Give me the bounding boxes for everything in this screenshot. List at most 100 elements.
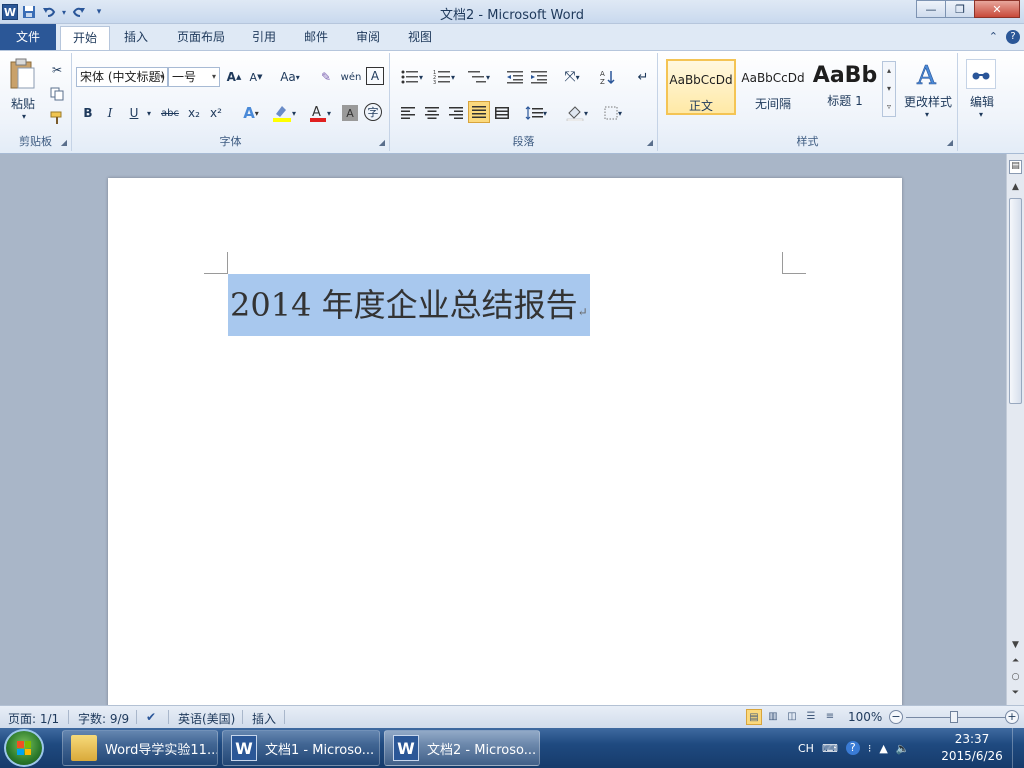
- format-painter-icon[interactable]: [48, 109, 66, 127]
- sort-icon[interactable]: AZ: [596, 67, 620, 87]
- document-title-text[interactable]: 2014 年度企业总结报告↵: [228, 274, 590, 336]
- paste-button[interactable]: 粘贴: [4, 95, 42, 111]
- line-spacing-icon[interactable]: ▾: [522, 103, 550, 123]
- cut-icon[interactable]: ✂: [48, 61, 66, 79]
- tab-review[interactable]: 审阅: [348, 26, 388, 50]
- distributed-icon[interactable]: [492, 103, 512, 123]
- zoom-in-button[interactable]: +: [1005, 710, 1019, 724]
- outline-view-icon[interactable]: ☰: [803, 709, 819, 725]
- close-button[interactable]: ✕: [974, 0, 1020, 18]
- change-styles-button[interactable]: 更改样式: [900, 93, 956, 109]
- draft-view-icon[interactable]: ≡: [822, 709, 838, 725]
- scroll-down-icon[interactable]: ▼: [1009, 640, 1022, 650]
- highlight-icon[interactable]: ▾: [268, 103, 300, 123]
- tab-insert[interactable]: 插入: [114, 26, 158, 50]
- document-area[interactable]: 2014 年度企业总结报告↵: [0, 154, 1006, 705]
- vertical-scrollbar[interactable]: ▤ ▲ ▼ ⏶ ○ ⏷: [1006, 154, 1024, 705]
- align-left-icon[interactable]: [398, 103, 418, 123]
- underline-dropdown-icon[interactable]: ▾: [144, 103, 154, 123]
- numbering-icon[interactable]: 1 2 3 ▾: [430, 67, 458, 87]
- tab-view[interactable]: 视图: [400, 26, 440, 50]
- paste-dropdown-icon[interactable]: ▾: [14, 111, 34, 121]
- shrink-font-button[interactable]: A ▼: [246, 67, 266, 87]
- character-border-button[interactable]: A: [366, 67, 384, 85]
- previous-page-icon[interactable]: ⏶: [1009, 656, 1022, 666]
- font-size-combo[interactable]: 一号 ▾: [168, 67, 220, 87]
- scroll-up-icon[interactable]: ▲: [1009, 182, 1022, 192]
- volume-icon[interactable]: 🔈: [896, 742, 910, 755]
- grow-font-button[interactable]: A ▲: [224, 67, 244, 87]
- multilevel-list-icon[interactable]: ▾: [464, 67, 494, 87]
- scroll-thumb[interactable]: [1009, 198, 1022, 404]
- underline-button[interactable]: U: [124, 103, 144, 123]
- paste-icon[interactable]: [6, 57, 40, 91]
- show-desktop-button[interactable]: [1012, 728, 1024, 768]
- taskbar-item-doc1[interactable]: W 文档1 - Microso...: [222, 730, 380, 766]
- tab-file[interactable]: 文件: [0, 24, 56, 50]
- align-center-icon[interactable]: [422, 103, 442, 123]
- show-hidden-icons-icon[interactable]: ▲: [879, 742, 887, 755]
- change-case-button[interactable]: Aa ▾: [276, 67, 304, 87]
- chinese-layout-icon[interactable]: ⤧ ▾: [558, 67, 586, 87]
- help-icon[interactable]: ?: [1006, 30, 1020, 44]
- decrease-indent-icon[interactable]: [504, 67, 526, 87]
- zoom-level[interactable]: 100%: [848, 710, 882, 724]
- styles-dialog-launcher-icon[interactable]: ◢: [947, 138, 953, 147]
- borders-icon[interactable]: ▾: [598, 103, 628, 123]
- justify-icon[interactable]: [468, 101, 490, 123]
- proofing-icon[interactable]: ✔: [146, 710, 156, 724]
- tab-home[interactable]: 开始: [60, 26, 110, 51]
- browse-object-icon[interactable]: ○: [1009, 672, 1022, 682]
- style-heading-1[interactable]: AaBb 标题 1: [810, 59, 880, 115]
- tab-references[interactable]: 引用: [244, 26, 284, 50]
- change-styles-icon[interactable]: A: [902, 59, 954, 89]
- find-icon[interactable]: [966, 59, 996, 89]
- change-styles-dropdown-icon[interactable]: ▾: [920, 109, 934, 119]
- start-button[interactable]: [4, 729, 44, 767]
- tab-page-layout[interactable]: 页面布局: [166, 26, 236, 50]
- zoom-out-button[interactable]: −: [889, 710, 903, 724]
- insert-mode-indicator[interactable]: 插入: [252, 710, 276, 727]
- document-page[interactable]: 2014 年度企业总结报告↵: [108, 178, 902, 705]
- minimize-button[interactable]: —: [916, 0, 946, 18]
- minimize-ribbon-icon[interactable]: ⌃: [989, 30, 998, 44]
- taskbar-item-folder[interactable]: Word导学实验11...: [62, 730, 218, 766]
- align-right-icon[interactable]: [446, 103, 466, 123]
- superscript-button[interactable]: x²: [206, 103, 226, 123]
- styles-gallery-scroll[interactable]: ▴ ▾ ▿: [882, 61, 896, 117]
- editing-button[interactable]: 编辑: [962, 93, 1002, 109]
- word-count[interactable]: 字数: 9/9: [78, 710, 129, 727]
- bullets-icon[interactable]: ▾: [398, 67, 426, 87]
- strikethrough-button[interactable]: abc: [158, 103, 182, 123]
- clock[interactable]: 23:37 2015/6/26: [936, 731, 1008, 765]
- clear-format-icon[interactable]: ✎: [316, 67, 336, 87]
- copy-icon[interactable]: [48, 85, 66, 103]
- print-layout-view-icon[interactable]: ▤: [746, 709, 762, 725]
- clipboard-dialog-launcher-icon[interactable]: ◢: [61, 138, 67, 147]
- next-page-icon[interactable]: ⏷: [1009, 688, 1022, 698]
- language-indicator[interactable]: 英语(美国): [178, 710, 235, 727]
- style-no-spacing[interactable]: AaBbCcDd 无间隔: [738, 59, 808, 115]
- italic-button[interactable]: I: [100, 103, 120, 123]
- shading-icon[interactable]: ▾: [562, 103, 592, 123]
- web-layout-icon[interactable]: ◫: [784, 709, 800, 725]
- ruler-toggle-icon[interactable]: ▤: [1009, 160, 1022, 174]
- editing-dropdown-icon[interactable]: ▾: [974, 109, 988, 119]
- font-color-icon[interactable]: A ▾: [306, 103, 334, 123]
- zoom-slider-thumb[interactable]: [950, 711, 958, 723]
- maximize-button[interactable]: ❐: [945, 0, 975, 18]
- show-marks-icon[interactable]: ↵: [634, 67, 652, 87]
- text-effects-icon[interactable]: A ▾: [238, 103, 264, 123]
- style-normal[interactable]: AaBbCcDd 正文: [666, 59, 736, 115]
- enclose-characters-icon[interactable]: 字: [364, 103, 382, 121]
- font-name-combo[interactable]: 宋体 (中文标题) ▾: [76, 67, 168, 87]
- phonetic-guide-icon[interactable]: wén: [340, 67, 362, 87]
- character-shading-icon[interactable]: A: [342, 105, 358, 121]
- ime-indicator[interactable]: CH: [798, 742, 814, 755]
- full-screen-reading-icon[interactable]: ▥: [765, 709, 781, 725]
- keyboard-icon[interactable]: ⌨: [822, 742, 838, 755]
- paragraph-dialog-launcher-icon[interactable]: ◢: [647, 138, 653, 147]
- tab-mailings[interactable]: 邮件: [296, 26, 336, 50]
- help-tray-icon[interactable]: ?: [845, 741, 860, 755]
- increase-indent-icon[interactable]: [528, 67, 550, 87]
